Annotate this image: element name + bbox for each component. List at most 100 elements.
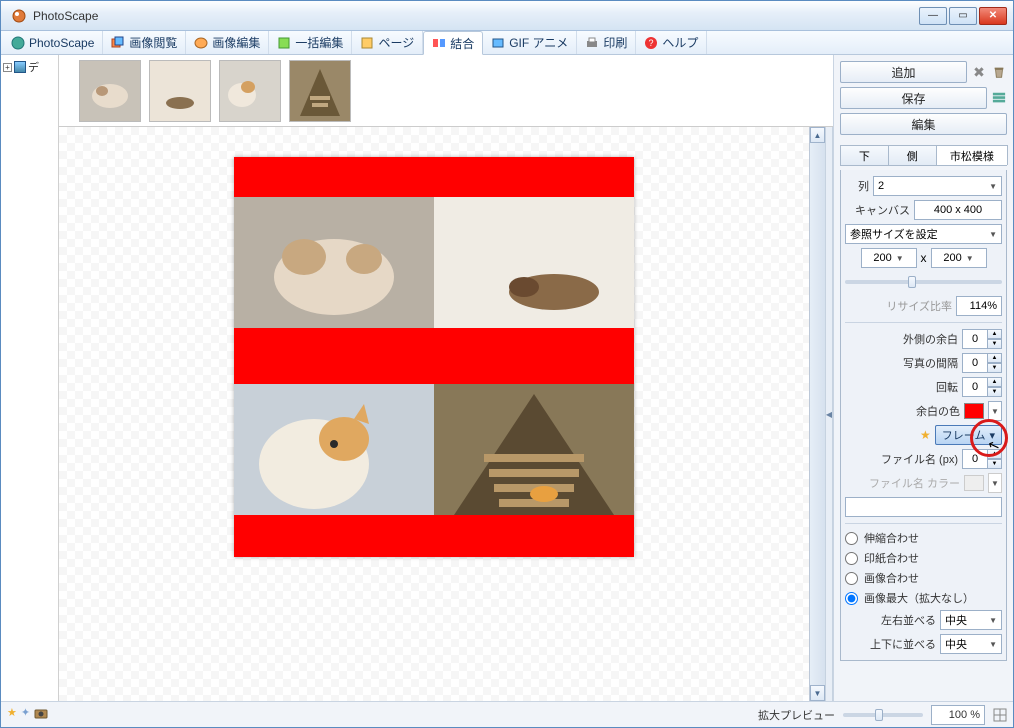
chevron-down-icon: ▼ bbox=[989, 640, 997, 649]
zoom-label: 拡大プレビュー bbox=[758, 707, 835, 723]
maximize-button[interactable]: ▭ bbox=[949, 7, 977, 25]
outer-margin-input[interactable] bbox=[962, 329, 988, 349]
content-area: + デ bbox=[1, 55, 1013, 701]
remove-icon[interactable]: ✖ bbox=[971, 64, 987, 80]
tab-down[interactable]: 下 bbox=[840, 145, 889, 165]
tab-checker[interactable]: 市松模様 bbox=[936, 145, 1008, 165]
tab-help[interactable]: ?ヘルプ bbox=[636, 31, 707, 54]
rotate-input[interactable] bbox=[962, 377, 988, 397]
fit-stretch-radio[interactable]: 伸縮合わせ bbox=[845, 530, 1002, 546]
scroll-rail[interactable] bbox=[810, 143, 825, 685]
spin-up[interactable]: ▲ bbox=[988, 329, 1002, 339]
thumbnail-strip bbox=[59, 55, 833, 127]
collage-cell[interactable] bbox=[434, 197, 634, 328]
canvas-area[interactable] bbox=[59, 127, 809, 701]
filename-color-label: ファイル名 カラー bbox=[845, 475, 960, 491]
window-title: PhotoScape bbox=[33, 9, 919, 23]
filename-px-input[interactable] bbox=[962, 449, 988, 469]
scroll-down-button[interactable]: ▼ bbox=[810, 685, 825, 701]
thumbnail[interactable] bbox=[79, 60, 141, 122]
bgcolor-swatch[interactable] bbox=[964, 403, 984, 419]
edit-button[interactable]: 編集 bbox=[840, 113, 1007, 135]
resize-ratio-label: リサイズ比率 bbox=[845, 298, 952, 314]
halign-select[interactable]: 中央▼ bbox=[940, 610, 1002, 630]
scroll-up-button[interactable]: ▲ bbox=[810, 127, 825, 143]
fit-paper-radio[interactable]: 印紙合わせ bbox=[845, 550, 1002, 566]
layout-panel: 列 2▼ キャンバス 400 x 400 参照サイズを設定▼ 200▼ x 20… bbox=[840, 170, 1007, 661]
gap-spinner[interactable]: ▲▼ bbox=[962, 353, 1002, 373]
cell-width-field[interactable]: 200▼ bbox=[861, 248, 917, 268]
chevron-down-icon: ▾ bbox=[989, 429, 995, 442]
zoom-slider[interactable] bbox=[843, 713, 923, 717]
spin-down[interactable]: ▼ bbox=[988, 387, 1002, 397]
tree-root[interactable]: + デ bbox=[3, 59, 56, 75]
chevron-left-icon: ◀ bbox=[826, 410, 832, 419]
center-panel: ▲ ▼ ◀ bbox=[59, 55, 833, 701]
thumbnail[interactable] bbox=[219, 60, 281, 122]
collage-cell[interactable] bbox=[434, 384, 634, 515]
columns-select[interactable]: 2▼ bbox=[873, 176, 1002, 196]
spin-down[interactable]: ▼ bbox=[988, 459, 1002, 469]
tab-combine[interactable]: 結合 bbox=[423, 31, 483, 55]
spin-up[interactable]: ▲ bbox=[988, 377, 1002, 387]
tab-page[interactable]: ページ bbox=[352, 31, 423, 54]
gap-input[interactable] bbox=[962, 353, 988, 373]
save-button[interactable]: 保存 bbox=[840, 87, 987, 109]
expand-icon[interactable]: + bbox=[3, 63, 12, 72]
tab-photoscape[interactable]: PhotoScape bbox=[3, 31, 103, 54]
bgcolor-dropdown[interactable]: ▼ bbox=[988, 401, 1002, 421]
slider-thumb[interactable] bbox=[875, 709, 883, 721]
camera-icon[interactable] bbox=[34, 706, 48, 723]
spin-down[interactable]: ▼ bbox=[988, 363, 1002, 373]
spin-down[interactable]: ▼ bbox=[988, 339, 1002, 349]
fit-max-radio[interactable]: 画像最大（拡大なし） bbox=[845, 590, 1002, 606]
filename-px-spinner[interactable]: ▲▼ bbox=[962, 449, 1002, 469]
wand-icon[interactable]: ✦ bbox=[21, 706, 30, 723]
frame-button[interactable]: フレーム▾ bbox=[935, 425, 1002, 445]
svg-text:?: ? bbox=[649, 38, 654, 48]
trash-icon[interactable] bbox=[991, 64, 1007, 80]
reference-size-select[interactable]: 参照サイズを設定▼ bbox=[845, 224, 1002, 244]
resize-ratio-field[interactable]: 114% bbox=[956, 296, 1002, 316]
valign-select[interactable]: 中央▼ bbox=[940, 634, 1002, 654]
tab-print[interactable]: 印刷 bbox=[577, 31, 636, 54]
tab-batch[interactable]: 一括編集 bbox=[269, 31, 352, 54]
tab-editor[interactable]: 画像編集 bbox=[186, 31, 269, 54]
chevron-down-icon: ▼ bbox=[896, 254, 904, 263]
list-icon[interactable] bbox=[991, 90, 1007, 106]
right-panel: 追加 ✖ 保存 編集 下 側 市松模様 列 2▼ キャンバス bbox=[833, 55, 1013, 701]
thumbnail[interactable] bbox=[289, 60, 351, 122]
chevron-down-icon: ▼ bbox=[989, 230, 997, 239]
rotate-spinner[interactable]: ▲▼ bbox=[962, 377, 1002, 397]
tab-gif[interactable]: GIF アニメ bbox=[483, 31, 577, 54]
tab-viewer[interactable]: 画像閲覧 bbox=[103, 31, 186, 54]
spin-up[interactable]: ▲ bbox=[988, 353, 1002, 363]
titlebar: PhotoScape — ▭ ✕ bbox=[1, 1, 1013, 31]
spin-up[interactable]: ▲ bbox=[988, 449, 1002, 459]
minimize-button[interactable]: — bbox=[919, 7, 947, 25]
thumbnail[interactable] bbox=[149, 60, 211, 122]
fit-image-radio[interactable]: 画像合わせ bbox=[845, 570, 1002, 586]
film-icon bbox=[491, 36, 505, 50]
close-button[interactable]: ✕ bbox=[979, 7, 1007, 25]
canvas-size-field[interactable]: 400 x 400 bbox=[914, 200, 1002, 220]
slider-thumb[interactable] bbox=[908, 276, 916, 288]
folder-tree[interactable]: + デ bbox=[1, 55, 59, 701]
zoom-field[interactable]: 100 % bbox=[931, 705, 985, 725]
add-button[interactable]: 追加 bbox=[840, 61, 967, 83]
outer-margin-spinner[interactable]: ▲▼ bbox=[962, 329, 1002, 349]
fit-icon[interactable] bbox=[993, 708, 1007, 722]
filename-text-field[interactable] bbox=[845, 497, 1002, 517]
star-icon[interactable]: ★ bbox=[7, 706, 17, 723]
tab-side[interactable]: 側 bbox=[888, 145, 937, 165]
chevron-down-icon: ▼ bbox=[966, 254, 974, 263]
collage-cell[interactable] bbox=[234, 384, 434, 515]
rotate-label: 回転 bbox=[845, 379, 958, 395]
cell-height-field[interactable]: 200▼ bbox=[931, 248, 987, 268]
splitter[interactable]: ◀ bbox=[825, 127, 833, 701]
palette-icon bbox=[194, 36, 208, 50]
collage-canvas[interactable] bbox=[234, 157, 634, 557]
collage-cell[interactable] bbox=[234, 197, 434, 328]
vertical-scrollbar[interactable]: ▲ ▼ bbox=[809, 127, 825, 701]
resize-slider[interactable] bbox=[845, 280, 1002, 284]
